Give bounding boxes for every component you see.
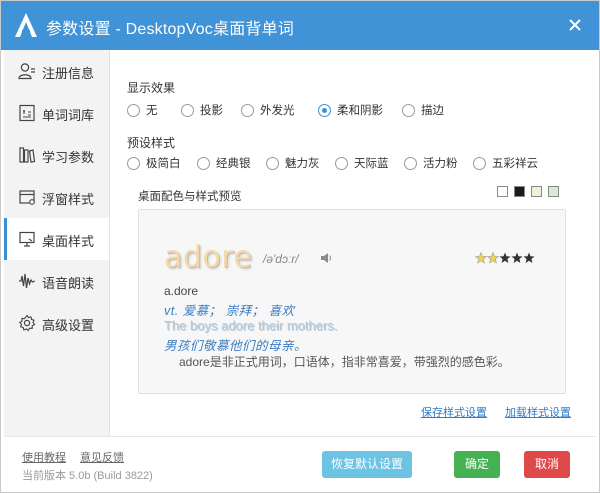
footer-divider	[4, 436, 596, 437]
preview-definition: vt. 爱慕； 崇拜； 喜欢	[164, 304, 295, 318]
desktopvoc-logo-icon	[15, 13, 37, 37]
preset-style-label: 预设样式	[127, 136, 176, 150]
sidebar-item-voice[interactable]: 语音朗读	[4, 260, 109, 302]
sidebar-item-wordbook[interactable]: 单词词库	[4, 92, 109, 134]
radio-effect-glow[interactable]: 外发光	[241, 102, 295, 118]
radio-effect-shadow[interactable]: 投影	[181, 102, 223, 118]
radio-circle	[335, 156, 348, 170]
radio-preset-colorful-cloud[interactable]: 五彩祥云	[473, 155, 538, 171]
sidebar: 注册信息 单词词库 学习参数 浮窗样式 桌面样式 语音朗读 高级设置	[4, 50, 110, 436]
sidebar-item-float-style[interactable]: 浮窗样式	[4, 176, 109, 218]
preview-word: adore	[164, 240, 253, 275]
radio-preset-sky-blue[interactable]: 天际蓝	[335, 155, 389, 171]
swatch-white[interactable]	[497, 186, 508, 197]
preview-syllables: a.dore	[164, 284, 199, 298]
cancel-button[interactable]: 取消	[524, 451, 570, 478]
preview-note: adore是非正式用词，口语体，指非常喜爱，带强烈的感色彩。	[179, 355, 510, 369]
radio-label: 描边	[421, 105, 444, 117]
rating-stars	[475, 252, 535, 264]
sidebar-item-label: 桌面样式	[42, 234, 95, 249]
save-style-link[interactable]: 保存样式设置	[421, 404, 487, 420]
swatch-cream[interactable]	[531, 186, 542, 197]
swatch-black[interactable]	[514, 186, 525, 197]
version-text: 当前版本 5.0b (Build 3822)	[22, 470, 153, 482]
sidebar-item-label: 学习参数	[42, 150, 95, 165]
sidebar-item-label: 注册信息	[42, 66, 95, 81]
radio-label: 五彩祥云	[492, 158, 538, 170]
radio-circle	[127, 156, 140, 170]
radio-label: 无	[146, 105, 158, 117]
star-empty-icon	[523, 252, 535, 263]
sidebar-item-label: 语音朗读	[42, 276, 95, 291]
preview-phonetic: /ə'dɔːr/	[263, 252, 299, 266]
sidebar-item-label: 浮窗样式	[42, 192, 95, 207]
star-filled-icon	[486, 252, 500, 264]
radio-label: 天际蓝	[354, 158, 389, 170]
preview-example-cn: 男孩们敬慕他们的母亲。	[164, 339, 308, 353]
display-effect-label: 显示效果	[127, 81, 176, 95]
radio-circle	[473, 156, 486, 170]
radio-preset-charm-gray[interactable]: 魅力灰	[266, 155, 320, 171]
radio-circle	[181, 103, 194, 117]
radio-circle	[318, 103, 331, 117]
radio-label: 活力粉	[423, 158, 458, 170]
radio-circle	[266, 156, 279, 170]
close-icon[interactable]	[564, 14, 586, 36]
star-empty-icon	[499, 252, 511, 263]
preview-example-en: The boys adore their mothers.	[164, 318, 338, 333]
radio-circle	[241, 103, 254, 117]
radio-effect-soft-shadow[interactable]: 柔和阴影	[318, 102, 383, 118]
sidebar-item-advanced[interactable]: 高级设置	[4, 302, 109, 344]
sidebar-item-registration[interactable]: 注册信息	[4, 50, 109, 92]
window-icon	[19, 190, 35, 205]
speaker-icon	[321, 253, 331, 263]
radio-label: 外发光	[260, 105, 295, 117]
preview-label: 桌面配色与样式预览	[138, 191, 242, 203]
radio-label: 魅力灰	[285, 158, 320, 170]
style-preview: adore /ə'dɔːr/ a.dore vt. 爱慕； 崇拜； 喜欢 The…	[138, 209, 566, 394]
radio-label: 极简白	[146, 158, 181, 170]
sidebar-item-study-params[interactable]: 学习参数	[4, 134, 109, 176]
radio-circle	[197, 156, 210, 170]
wordbook-icon	[19, 104, 35, 122]
window-title: 参数设置 - DesktopVoc桌面背单词	[46, 21, 295, 38]
radio-effect-none[interactable]: 无	[127, 102, 158, 118]
radio-label: 柔和阴影	[337, 105, 383, 117]
star-filled-icon	[475, 252, 488, 264]
load-style-link[interactable]: 加载样式设置	[505, 404, 571, 420]
radio-circle	[127, 103, 140, 117]
user-icon	[18, 63, 35, 80]
books-icon	[19, 147, 36, 163]
title-bar: 参数设置 - DesktopVoc桌面背单词	[0, 0, 600, 50]
sidebar-item-label: 单词词库	[42, 108, 95, 123]
radio-effect-stroke[interactable]: 描边	[402, 102, 444, 118]
radio-circle	[402, 103, 415, 117]
desktop-icon	[19, 231, 35, 247]
gear-icon	[18, 314, 36, 332]
star-empty-icon	[511, 252, 523, 263]
radio-label: 经典银	[216, 158, 251, 170]
restore-default-button[interactable]: 恢复默认设置	[322, 451, 412, 478]
radio-label: 投影	[200, 105, 223, 117]
tutorial-link[interactable]: 使用教程	[22, 449, 66, 465]
radio-preset-classic-silver[interactable]: 经典银	[197, 155, 251, 171]
swatch-green[interactable]	[548, 186, 559, 197]
ok-button[interactable]: 确定	[454, 451, 500, 478]
radio-preset-vital-pink[interactable]: 活力粉	[404, 155, 458, 171]
waveform-icon	[19, 273, 36, 289]
sidebar-item-label: 高级设置	[42, 318, 95, 333]
sidebar-item-desktop-style[interactable]: 桌面样式	[4, 218, 109, 260]
feedback-link[interactable]: 意见反馈	[80, 449, 124, 465]
radio-circle	[404, 156, 417, 170]
radio-preset-minimal-white[interactable]: 极简白	[127, 155, 181, 171]
